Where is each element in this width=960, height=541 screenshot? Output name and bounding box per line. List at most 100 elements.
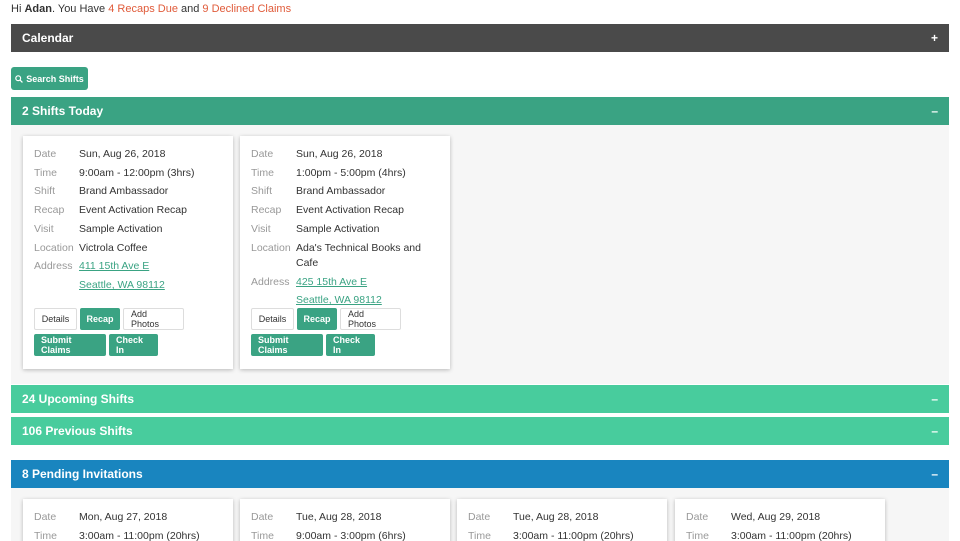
- calendar-title: Calendar: [22, 31, 74, 45]
- time-label: Time: [251, 529, 274, 541]
- recap-row: Recap Event Activation Recap: [240, 201, 450, 220]
- date-value: Mon, Aug 27, 2018: [79, 511, 168, 523]
- collapse-icon[interactable]: –: [931, 424, 938, 438]
- date-label: Date: [686, 511, 709, 523]
- search-shifts-button[interactable]: Search Shifts: [11, 67, 88, 90]
- submit-claims-button[interactable]: Submit Claims: [34, 334, 106, 356]
- location-value: Victrola Coffee: [79, 241, 148, 254]
- recaps-due-link[interactable]: 4 Recaps Due: [108, 3, 178, 15]
- time-label: Time: [34, 166, 57, 179]
- add-photos-button[interactable]: Add Photos: [340, 308, 401, 330]
- time-row: Time 3:00am - 11:00pm (20hrs): [457, 527, 667, 541]
- address-label: Address: [34, 260, 73, 273]
- time-value: 3:00am - 11:00pm (20hrs): [731, 529, 852, 541]
- collapse-icon[interactable]: –: [931, 104, 938, 118]
- collapse-icon[interactable]: –: [931, 392, 938, 406]
- calendar-header[interactable]: Calendar +: [11, 24, 949, 52]
- shift-row: Shift Brand Ambassador: [240, 182, 450, 201]
- submit-claims-button[interactable]: Submit Claims: [251, 334, 323, 356]
- location-row: Location Victrola Coffee: [23, 239, 233, 258]
- address-line1[interactable]: 411 15th Ave E: [79, 260, 149, 272]
- search-shifts-label: Search Shifts: [26, 73, 84, 84]
- greeting-and: and: [177, 3, 203, 15]
- address-link[interactable]: 411 15th Ave E Seattle, WA 98112: [79, 257, 233, 294]
- date-row: Date Mon, Aug 27, 2018: [23, 508, 233, 527]
- time-value: 1:00pm - 5:00pm (4hrs): [296, 166, 406, 179]
- shift-card: Date Sun, Aug 26, 2018 Time 9:00am - 12:00…: [23, 136, 233, 369]
- time-value: 9:00am - 3:00pm (6hrs): [296, 529, 406, 541]
- shifts-today-header[interactable]: 2 Shifts Today –: [11, 97, 949, 125]
- add-photos-button[interactable]: Add Photos: [123, 308, 184, 330]
- check-in-button[interactable]: Check In: [326, 334, 375, 356]
- location-line2: Cafe: [296, 256, 319, 269]
- location-value: Ada's Technical Books and Cafe: [296, 241, 450, 271]
- visit-label: Visit: [34, 222, 54, 235]
- shift-value: Brand Ambassador: [296, 185, 386, 198]
- upcoming-shifts-header[interactable]: 24 Upcoming Shifts –: [11, 385, 949, 413]
- time-row: Time 9:00am - 3:00pm (6hrs): [240, 527, 450, 541]
- date-value: Sun, Aug 26, 2018: [79, 148, 166, 160]
- date-value: Tue, Aug 28, 2018: [513, 511, 599, 523]
- details-button[interactable]: Details: [34, 308, 77, 330]
- card-actions-top: Details Recap Add Photos: [251, 308, 401, 330]
- shift-value: Brand Ambassador: [79, 185, 169, 198]
- address-line2[interactable]: Seattle, WA 98112: [79, 279, 165, 291]
- card-actions-top: Details Recap Add Photos: [34, 308, 184, 330]
- visit-row: Visit Sample Activation: [240, 220, 450, 239]
- time-label: Time: [34, 529, 57, 541]
- time-value: 3:00am - 11:00pm (20hrs): [513, 529, 634, 541]
- recap-button[interactable]: Recap: [297, 308, 337, 330]
- shift-card: Date Sun, Aug 26, 2018 Time 1:00pm - 5:00p…: [240, 136, 450, 369]
- date-row: Date Tue, Aug 28, 2018: [457, 508, 667, 527]
- time-row: Time 3:00am - 11:00pm (20hrs): [23, 527, 233, 541]
- location-label: Location: [34, 241, 74, 254]
- visit-value: Sample Activation: [296, 222, 380, 235]
- recap-row: Recap Event Activation Recap: [23, 201, 233, 220]
- time-value: 3:00am - 11:00pm (20hrs): [79, 529, 200, 541]
- date-row: Date Sun, Aug 26, 2018: [23, 145, 233, 164]
- address-line1[interactable]: 425 15th Ave E: [296, 276, 367, 288]
- date-label: Date: [34, 511, 57, 523]
- address-row: Address 425 15th Ave E Seattle, WA 98112: [240, 273, 450, 310]
- location-label: Location: [251, 241, 291, 254]
- shift-label: Shift: [251, 185, 273, 198]
- collapse-icon[interactable]: –: [931, 467, 938, 481]
- greeting: Hi Adan. You Have 4 Recaps Due and 9 Dec…: [11, 3, 291, 15]
- time-row: Time 9:00am - 12:00pm (3hrs): [23, 164, 233, 183]
- time-label: Time: [468, 529, 491, 541]
- shifts-today-panel: Date Sun, Aug 26, 2018 Time 9:00am - 12:00…: [11, 125, 949, 384]
- shift-label: Shift: [34, 185, 56, 198]
- date-label: Date: [251, 511, 274, 523]
- location-line1: Ada's Technical Books and: [296, 241, 421, 254]
- address-link[interactable]: 425 15th Ave E Seattle, WA 98112: [296, 273, 450, 310]
- time-label: Time: [686, 529, 709, 541]
- expand-icon[interactable]: +: [931, 31, 938, 45]
- date-row: Date Tue, Aug 28, 2018: [240, 508, 450, 527]
- location-row: Location Ada's Technical Books and Cafe: [240, 239, 450, 273]
- pending-invitations-title: 8 Pending Invitations: [22, 467, 143, 481]
- invitation-card: Date Mon, Aug 27, 2018 Time 3:00am - 11:00…: [23, 499, 233, 541]
- search-icon: [15, 74, 24, 83]
- date-label: Date: [34, 148, 57, 160]
- shifts-today-title: 2 Shifts Today: [22, 104, 104, 118]
- date-value: Wed, Aug 29, 2018: [731, 511, 821, 523]
- pending-invitations-header[interactable]: 8 Pending Invitations –: [11, 460, 949, 488]
- shift-row: Shift Brand Ambassador: [23, 182, 233, 201]
- date-label: Date: [251, 148, 274, 160]
- time-label: Time: [251, 166, 274, 179]
- address-line2[interactable]: Seattle, WA 98112: [296, 294, 382, 306]
- greeting-mid: . You Have: [51, 3, 109, 15]
- visit-value: Sample Activation: [79, 222, 163, 235]
- invitation-card: Date Tue, Aug 28, 2018 Time 3:00am - 11:00…: [457, 499, 667, 541]
- recap-button[interactable]: Recap: [80, 308, 120, 330]
- recap-label: Recap: [34, 204, 65, 217]
- check-in-button[interactable]: Check In: [109, 334, 158, 356]
- invitation-card: Date Wed, Aug 29, 2018 Time 3:00am - 11:00…: [675, 499, 885, 541]
- date-row: Date Sun, Aug 26, 2018: [240, 145, 450, 164]
- previous-shifts-header[interactable]: 106 Previous Shifts –: [11, 417, 949, 445]
- time-row: Time 3:00am - 11:00pm (20hrs): [675, 527, 885, 541]
- recap-label: Recap: [251, 204, 282, 217]
- details-button[interactable]: Details: [251, 308, 294, 330]
- declined-claims-link[interactable]: 9 Declined Claims: [202, 3, 291, 15]
- time-value: 9:00am - 12:00pm (3hrs): [79, 166, 195, 179]
